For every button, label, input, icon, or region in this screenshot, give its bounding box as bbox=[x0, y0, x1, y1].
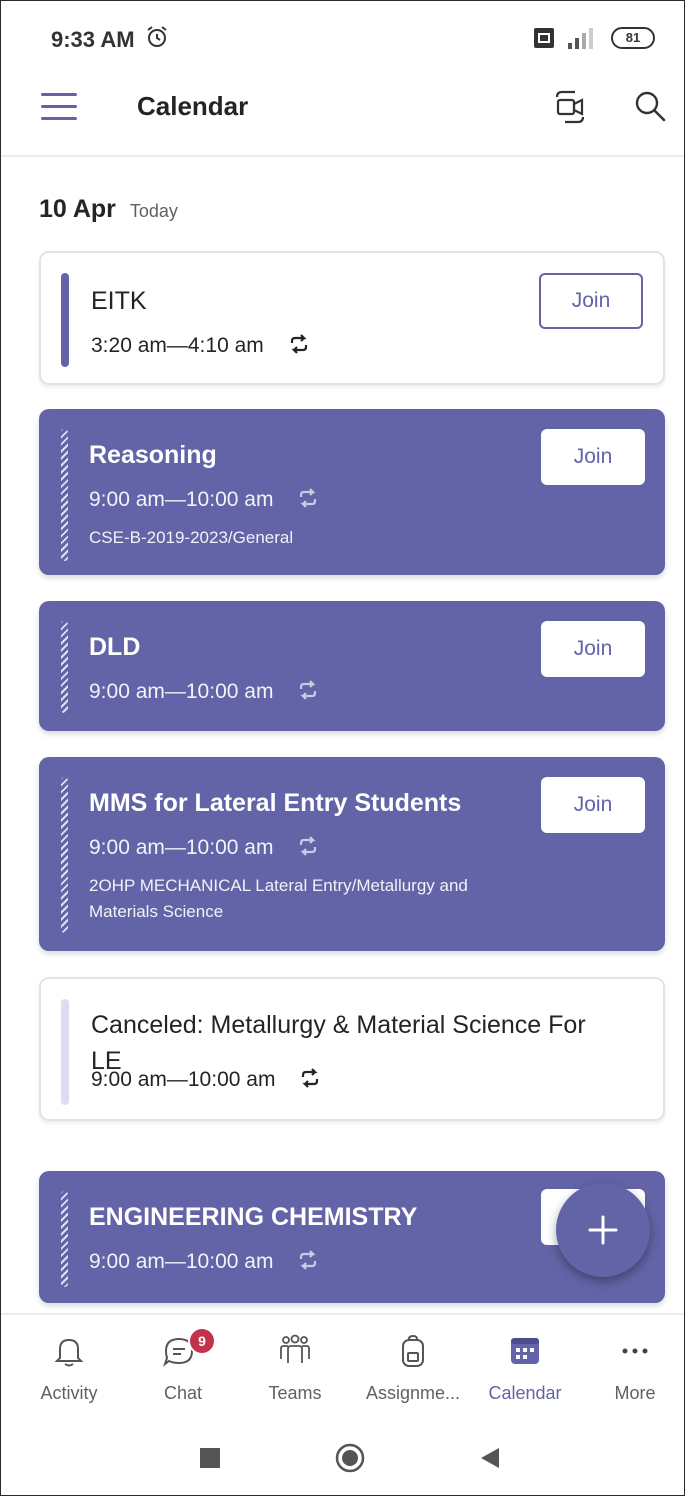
meet-now-icon[interactable] bbox=[553, 89, 587, 125]
join-button[interactable]: Join bbox=[541, 429, 645, 485]
today-label: Today bbox=[129, 201, 178, 221]
event-time: 9:00 am—10:00 am bbox=[89, 487, 319, 512]
nav-item-assignments[interactable]: Assignme... bbox=[353, 1315, 473, 1421]
event-title: Reasoning bbox=[89, 441, 217, 469]
join-button[interactable]: Join bbox=[541, 777, 645, 833]
nav-label: Assignme... bbox=[365, 1383, 461, 1403]
alarm-icon bbox=[147, 26, 167, 47]
hamburger-menu-icon[interactable] bbox=[41, 93, 77, 123]
status-bar: 9:33 AM 81 bbox=[1, 1, 684, 71]
date-label: 10 Apr bbox=[39, 195, 116, 223]
nav-item-activity[interactable]: Activity bbox=[19, 1315, 119, 1421]
event-card-canceled[interactable]: Canceled: Metallurgy & Material Science … bbox=[39, 977, 665, 1121]
bell-icon bbox=[54, 1338, 84, 1367]
calendar-icon bbox=[511, 1338, 539, 1364]
nav-label: Chat bbox=[163, 1383, 203, 1403]
nav-item-more[interactable]: More bbox=[587, 1315, 683, 1421]
teams-icon bbox=[280, 1334, 310, 1363]
repeat-icon bbox=[290, 334, 307, 354]
event-color-bar bbox=[61, 429, 68, 561]
nav-label: Activity bbox=[40, 1383, 98, 1403]
event-time: 9:00 am—10:00 am bbox=[89, 835, 319, 860]
nav-label: More bbox=[614, 1383, 656, 1403]
nav-item-chat[interactable]: 9 Chat bbox=[133, 1315, 233, 1421]
event-title: DLD bbox=[89, 633, 141, 661]
sim-card-icon bbox=[534, 28, 554, 48]
event-channel: CSE-B-2019-2023/General bbox=[89, 528, 294, 547]
signal-icon bbox=[568, 28, 593, 49]
backpack-icon bbox=[402, 1334, 424, 1367]
recent-apps-icon[interactable] bbox=[199, 1447, 221, 1469]
event-card-mms[interactable]: MMS for Lateral Entry Students 9:00 am—1… bbox=[39, 757, 665, 951]
status-time: 9:33 AM bbox=[51, 27, 135, 52]
event-color-bar bbox=[61, 999, 69, 1105]
page-title: Calendar bbox=[137, 91, 249, 121]
event-time-text: 9:00 am—10:00 am bbox=[89, 488, 274, 511]
bottom-nav: Activity 9 Chat Teams Assignme... Calend… bbox=[1, 1313, 684, 1421]
repeat-icon bbox=[300, 680, 317, 700]
event-card-eitk[interactable]: EITK 3:20 am—4:10 am Join bbox=[39, 251, 665, 385]
event-time-text: 9:00 am—10:00 am bbox=[89, 1250, 274, 1273]
nav-item-teams[interactable]: Teams bbox=[245, 1315, 345, 1421]
app-frame: 9:33 AM 81 Calendar 10 Apr Today EITK 3:… bbox=[0, 0, 685, 1496]
event-title: ENGINEERING CHEMISTRY bbox=[89, 1203, 418, 1231]
repeat-icon bbox=[300, 836, 317, 856]
new-event-button[interactable] bbox=[556, 1183, 650, 1277]
join-button[interactable]: Join bbox=[539, 273, 643, 329]
event-time-text: 9:00 am—10:00 am bbox=[89, 680, 274, 703]
plus-icon bbox=[588, 1215, 618, 1245]
event-time-text: 3:20 am—4:10 am bbox=[91, 334, 264, 357]
back-icon[interactable] bbox=[479, 1447, 501, 1469]
app-header: Calendar bbox=[1, 71, 684, 157]
repeat-icon bbox=[302, 1068, 319, 1088]
home-icon[interactable] bbox=[335, 1443, 365, 1473]
event-time: 9:00 am—10:00 am bbox=[89, 1249, 319, 1274]
event-time: 3:20 am—4:10 am bbox=[91, 333, 310, 358]
event-color-bar bbox=[61, 1191, 68, 1287]
event-card-dld[interactable]: DLD 9:00 am—10:00 am Join bbox=[39, 601, 665, 731]
event-time: 9:00 am—10:00 am bbox=[89, 679, 319, 704]
nav-item-calendar[interactable]: Calendar bbox=[475, 1315, 575, 1421]
join-button[interactable]: Join bbox=[541, 621, 645, 677]
date-header: 10 Apr Today bbox=[39, 195, 178, 224]
nav-label: Teams bbox=[268, 1383, 322, 1403]
more-icon bbox=[622, 1348, 648, 1354]
event-card-reasoning[interactable]: Reasoning 9:00 am—10:00 am CSE-B-2019-20… bbox=[39, 409, 665, 575]
event-title: EITK bbox=[91, 287, 147, 315]
event-time-text: 9:00 am—10:00 am bbox=[91, 1068, 276, 1091]
system-nav bbox=[1, 1419, 684, 1495]
nav-label: Calendar bbox=[488, 1383, 562, 1403]
repeat-icon bbox=[300, 1250, 317, 1270]
event-time-text: 9:00 am—10:00 am bbox=[89, 836, 274, 859]
event-title: MMS for Lateral Entry Students bbox=[89, 789, 462, 817]
event-channel: 2OHP MECHANICAL Lateral Entry/Metallurgy… bbox=[89, 876, 468, 921]
battery-icon: 81 bbox=[611, 27, 655, 49]
event-color-bar bbox=[61, 621, 68, 713]
event-color-bar bbox=[61, 273, 69, 367]
chat-badge: 9 bbox=[188, 1327, 216, 1355]
repeat-icon bbox=[300, 488, 317, 508]
event-color-bar bbox=[61, 777, 68, 933]
search-icon[interactable] bbox=[633, 89, 667, 123]
event-time: 9:00 am—10:00 am bbox=[91, 1067, 321, 1092]
